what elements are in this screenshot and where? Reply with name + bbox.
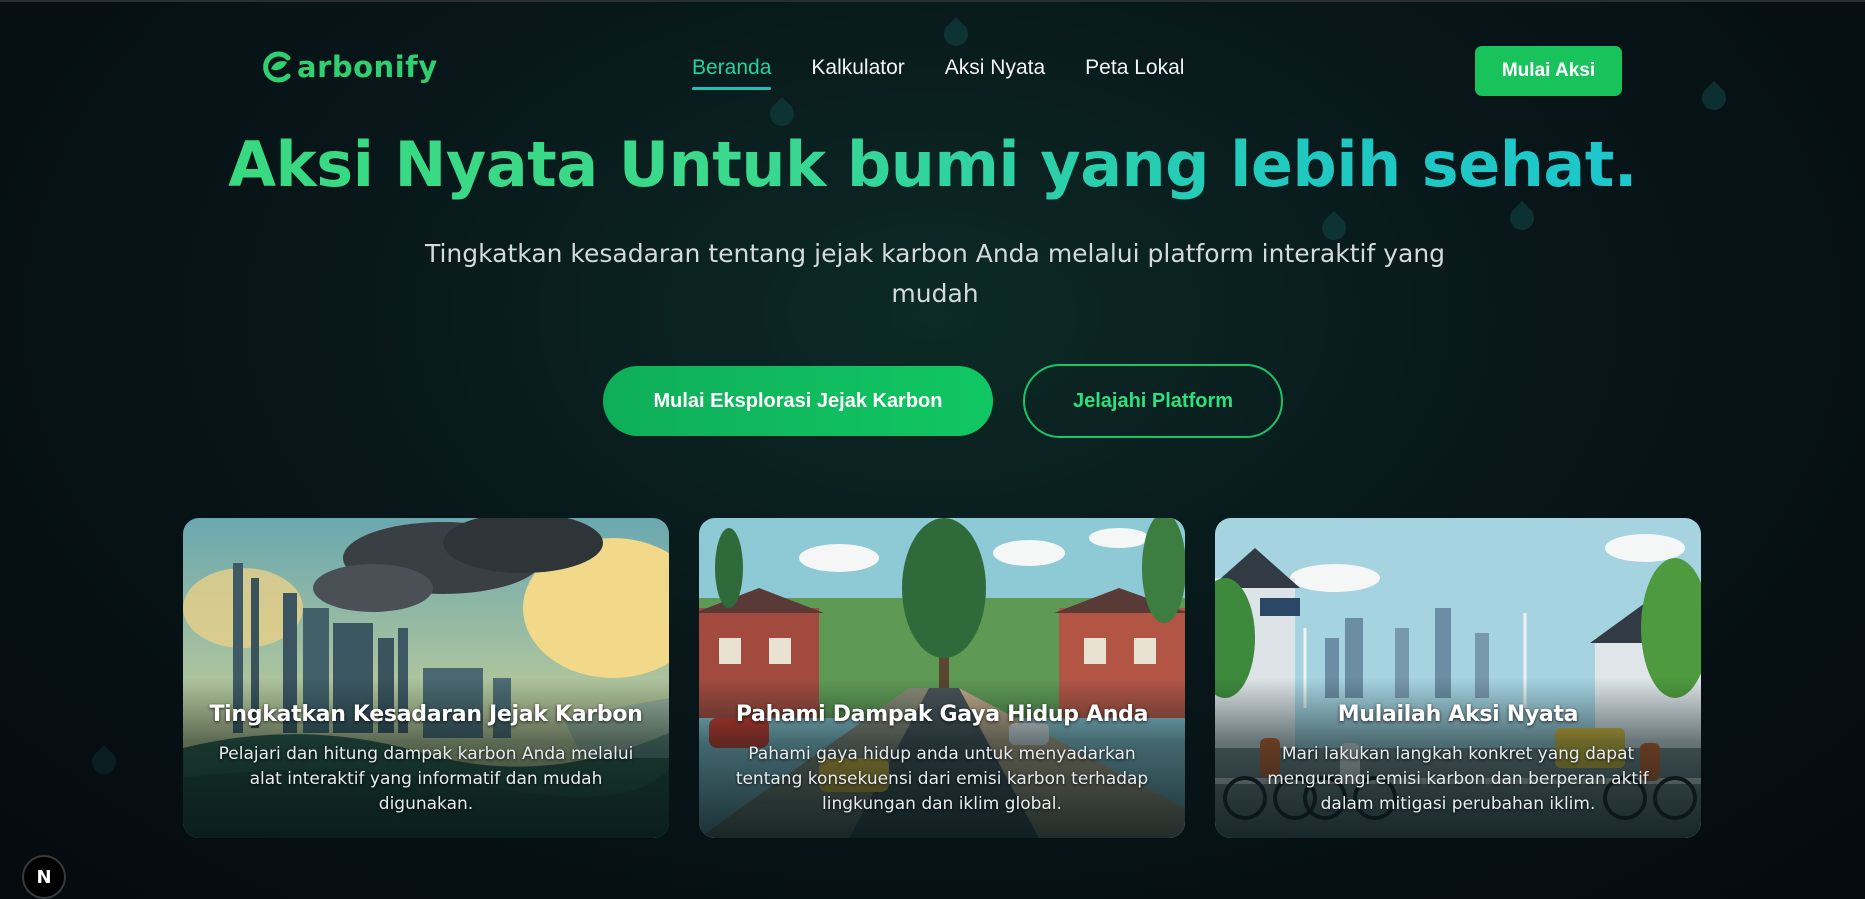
- hero-subtitle: Tingkatkan kesadaran tentang jejak karbo…: [424, 239, 1446, 308]
- card-title: Pahami Dampak Gaya Hidup Anda: [735, 702, 1149, 727]
- card-description: Pahami gaya hidup anda untuk menyadarkan…: [735, 744, 1149, 814]
- droplet-decoration: [939, 17, 973, 51]
- start-action-button[interactable]: Mulai Aksi: [1475, 46, 1622, 96]
- brand-logo[interactable]: arbonify: [262, 50, 438, 84]
- brand-name: arbonify: [297, 50, 438, 84]
- feature-card[interactable]: Pahami Dampak Gaya Hidup Anda Pahami gay…: [699, 518, 1185, 838]
- droplet-decoration: [1697, 81, 1731, 115]
- card-description: Pelajari dan hitung dampak karbon Anda m…: [218, 744, 634, 814]
- top-border: [0, 0, 1865, 2]
- explore-carbon-button[interactable]: Mulai Eksplorasi Jejak Karbon: [603, 366, 993, 436]
- nav-item-peta-lokal[interactable]: Peta Lokal: [1085, 56, 1184, 90]
- feature-card[interactable]: Mulailah Aksi Nyata Mari lakukan langkah…: [1215, 518, 1701, 838]
- main-nav: Beranda Kalkulator Aksi Nyata Peta Lokal: [692, 56, 1184, 90]
- nav-item-kalkulator[interactable]: Kalkulator: [811, 56, 904, 90]
- explore-platform-button[interactable]: Jelajahi Platform: [1023, 364, 1283, 438]
- card-title: Tingkatkan Kesadaran Jejak Karbon: [209, 702, 643, 727]
- leaf-c-logo-icon: [263, 51, 291, 83]
- droplet-decoration: [87, 745, 121, 779]
- card-description: Mari lakukan langkah konkret yang dapat …: [1267, 744, 1649, 814]
- dev-tools-badge[interactable]: N: [22, 855, 66, 899]
- droplet-decoration: [765, 97, 799, 131]
- hero-title: Aksi Nyata Untuk bumi yang lebih sehat.: [0, 128, 1865, 201]
- feature-card[interactable]: Tingkatkan Kesadaran Jejak Karbon Pelaja…: [183, 518, 669, 838]
- nav-item-beranda[interactable]: Beranda: [692, 56, 772, 90]
- nav-item-aksi-nyata[interactable]: Aksi Nyata: [945, 56, 1045, 90]
- droplet-decoration: [1505, 201, 1539, 235]
- card-title: Mulailah Aksi Nyata: [1337, 702, 1579, 727]
